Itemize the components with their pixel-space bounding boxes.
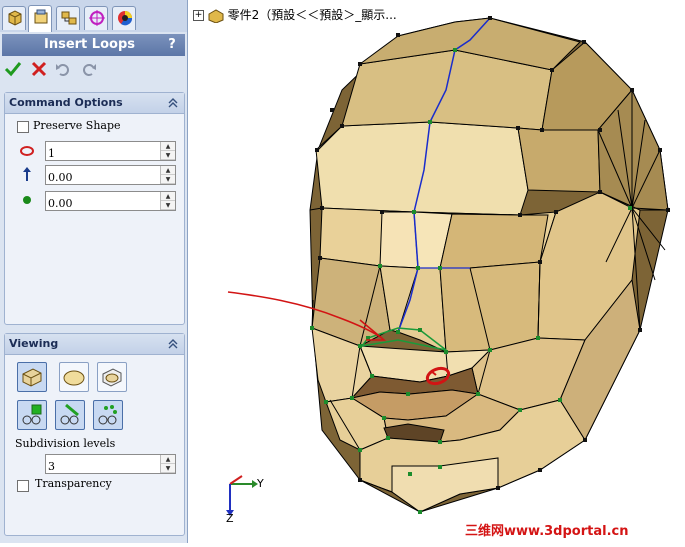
expand-toggle-icon[interactable]: + <box>193 10 204 21</box>
cancel-icon <box>31 61 47 77</box>
feature-tree-flyout[interactable]: + 零件2（預設＜＜預設＞_顯示... <box>193 6 397 24</box>
graphics-area[interactable]: Y Z <box>188 0 685 543</box>
viewing-group: Viewing Subdivision levels ▲▼ Transparen… <box>4 333 185 536</box>
show-points-button[interactable] <box>17 400 47 430</box>
preserve-shape-label: Preserve Shape <box>33 119 121 132</box>
offset-spinner[interactable]: ▲ ▼ <box>160 192 175 210</box>
direction-input[interactable] <box>46 168 156 187</box>
subdivision-levels-label: Subdivision levels <box>15 437 116 450</box>
ok-button[interactable] <box>4 60 24 80</box>
smooth-view-icon <box>63 370 85 386</box>
show-edges-icon <box>60 403 79 425</box>
box-smooth-view-icon <box>102 368 122 387</box>
show-vertices-button[interactable] <box>93 400 123 430</box>
display-manager-icon <box>118 11 133 26</box>
redo-button[interactable] <box>80 60 100 80</box>
show-vertices-icon <box>98 405 117 425</box>
y-axis-label: Y <box>257 477 264 490</box>
tab-feature-manager[interactable] <box>2 6 26 30</box>
point-icon <box>23 196 31 204</box>
help-button[interactable]: ? <box>163 36 181 54</box>
direction-field[interactable]: ▲▼ <box>45 165 176 187</box>
command-options-title: Command Options <box>9 96 123 109</box>
viewing-header[interactable]: Viewing <box>5 334 184 355</box>
property-manager-panel: Insert Loops ? Command Options Preserve … <box>0 0 188 543</box>
preserve-shape-checkbox[interactable] <box>17 121 29 133</box>
z-axis-label: Z <box>226 512 234 525</box>
loops-input[interactable] <box>46 144 156 163</box>
feature-manager-icon <box>8 10 22 26</box>
part-name-label[interactable]: 零件2（預設＜＜預設＞_顯示... <box>228 8 397 22</box>
undo-button[interactable] <box>54 60 74 80</box>
watermark: 三维网www.3dportal.cn <box>465 524 629 539</box>
direction-arrow-icon <box>23 167 31 181</box>
box-smooth-view-button[interactable] <box>97 362 127 392</box>
panel-title: Insert Loops <box>44 37 135 52</box>
subdivision-levels-field[interactable]: ▲▼ <box>45 454 176 476</box>
action-buttons <box>2 58 185 82</box>
offset-input[interactable] <box>46 194 156 213</box>
show-edges-button[interactable] <box>55 400 85 430</box>
collapse-chevron-icon[interactable] <box>166 337 180 351</box>
box-view-icon <box>22 368 42 387</box>
configuration-manager-icon <box>61 11 77 25</box>
viewing-title: Viewing <box>9 337 59 350</box>
insert-loops-titlebar: Insert Loops ? <box>2 34 185 56</box>
loops-spinner[interactable]: ▲ ▼ <box>160 142 175 160</box>
loops-icon <box>20 146 34 156</box>
smooth-view-button[interactable] <box>59 362 89 392</box>
loops-field[interactable]: ▲▼ <box>45 141 176 163</box>
collapse-chevron-icon[interactable] <box>166 96 180 110</box>
box-view-button[interactable] <box>17 362 47 392</box>
offset-field[interactable]: ▲▼ <box>45 191 176 213</box>
subdivision-spinner[interactable]: ▲ ▼ <box>160 455 175 473</box>
command-options-group: Command Options Preserve Shape ▲▼ ▲▼ ▲▼ <box>4 92 185 325</box>
dimxpert-icon <box>89 10 105 26</box>
tab-property-manager[interactable] <box>28 5 52 32</box>
undo-icon <box>56 64 69 76</box>
cancel-button[interactable] <box>30 60 50 80</box>
part-icon <box>208 8 224 24</box>
tab-configuration-manager[interactable] <box>56 6 80 30</box>
subdivision-levels-input[interactable] <box>46 457 156 476</box>
show-points-icon <box>22 404 42 425</box>
manager-tabs <box>0 0 187 32</box>
transparency-checkbox[interactable] <box>17 480 29 492</box>
ok-icon <box>4 62 22 77</box>
property-manager-icon <box>34 9 48 24</box>
command-options-header[interactable]: Command Options <box>5 93 184 114</box>
redo-icon <box>83 64 96 76</box>
tab-dimxpert[interactable] <box>84 6 108 30</box>
head-model-mesh[interactable] <box>188 0 685 543</box>
direction-spinner[interactable]: ▲ ▼ <box>160 166 175 184</box>
transparency-label: Transparency <box>35 477 112 490</box>
tab-display-manager[interactable] <box>112 6 136 30</box>
